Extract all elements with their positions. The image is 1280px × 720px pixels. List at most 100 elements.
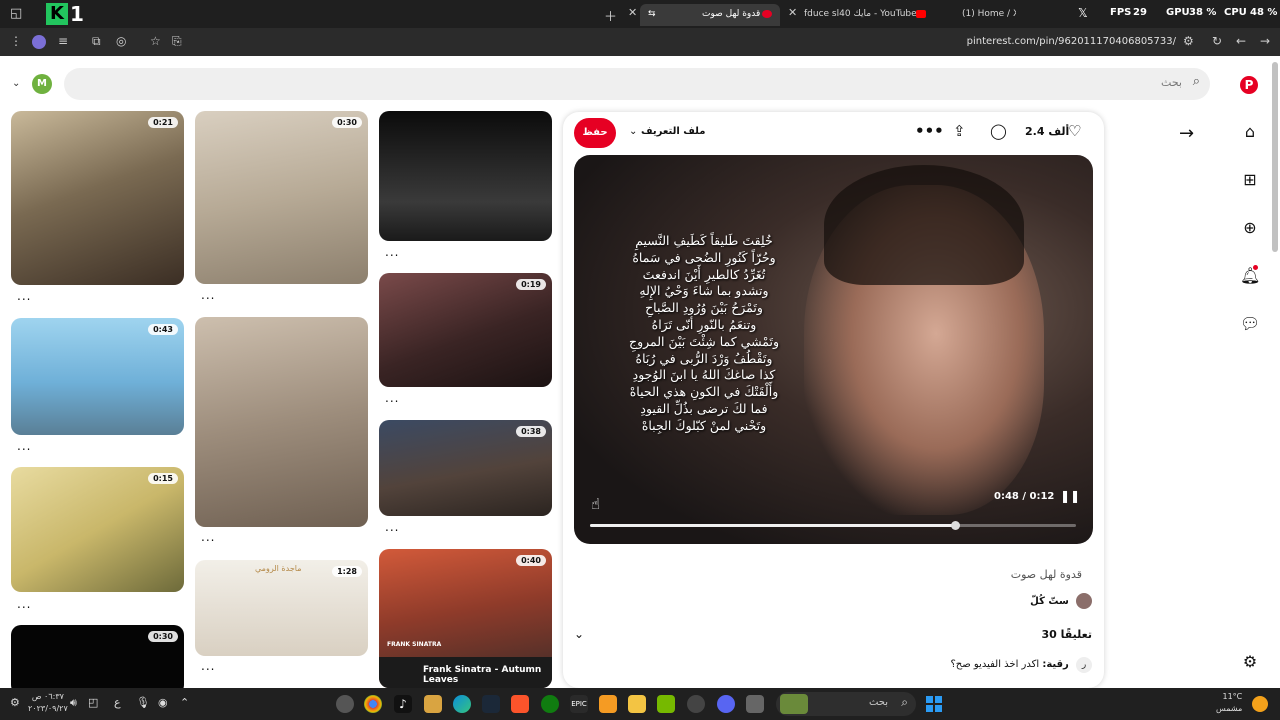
back-icon[interactable]: →: [1260, 34, 1270, 48]
home-icon[interactable]: ⌂: [1240, 122, 1260, 142]
nvidia-icon[interactable]: [657, 695, 675, 713]
close-pin-arrow-icon[interactable]: →: [1179, 123, 1194, 144]
brave-icon[interactable]: [511, 695, 529, 713]
app-icon-4[interactable]: [746, 695, 764, 713]
reload-icon[interactable]: ↻: [1212, 34, 1222, 48]
profile-selector[interactable]: ملف التعريف: [641, 126, 705, 137]
microphone-icon[interactable]: 🎙︎: [136, 696, 150, 709]
comments-count[interactable]: 30 تعليقًا: [1041, 628, 1092, 641]
comment-author[interactable]: رقية:: [1042, 659, 1068, 670]
pause-icon[interactable]: ❚❚: [1060, 489, 1080, 503]
discord-icon[interactable]: [717, 695, 735, 713]
pin-tile[interactable]: 0:19: [379, 273, 552, 387]
pinterest-logo-icon[interactable]: P: [1240, 76, 1260, 96]
extensions-icon[interactable]: ⧉: [92, 34, 101, 49]
taskbar-search[interactable]: بحث ⌕: [776, 692, 916, 716]
pin-tile[interactable]: [195, 317, 368, 527]
chevron-down-icon[interactable]: ⌄: [574, 627, 584, 641]
share-icon[interactable]: ⇪: [953, 122, 966, 140]
pin-tile[interactable]: 0:38: [379, 420, 552, 516]
chrome-icon[interactable]: [364, 695, 382, 713]
tab-label: قدوة لهل صوت: [702, 9, 761, 19]
mute-tab-icon[interactable]: ⇆: [648, 4, 656, 24]
creator-row[interactable]: ستّ كُلّ: [1030, 593, 1092, 609]
pin-tile[interactable]: 0:21: [11, 111, 184, 285]
duration-badge: 0:30: [332, 117, 362, 128]
file-explorer-icon[interactable]: [628, 695, 646, 713]
more-options-icon[interactable]: ...: [385, 391, 399, 405]
heart-icon[interactable]: ♡: [1068, 122, 1081, 140]
gpu-label: GPU: [1166, 7, 1190, 18]
wallet-icon[interactable]: ◎: [116, 34, 126, 48]
forward-icon[interactable]: ←: [1236, 34, 1246, 48]
flow-icon[interactable]: ≡: [58, 34, 68, 48]
tiktok-icon[interactable]: ♪: [394, 695, 412, 713]
site-settings-icon[interactable]: ⚙: [1183, 34, 1194, 48]
app-icon-3[interactable]: [687, 695, 705, 713]
pin-tile[interactable]: 0:43: [11, 318, 184, 435]
edge-icon[interactable]: [453, 695, 471, 713]
more-options-icon[interactable]: ...: [201, 659, 215, 673]
more-options-icon[interactable]: ...: [201, 530, 215, 544]
app-icon-2[interactable]: [599, 695, 617, 713]
search-input[interactable]: بحث ⌕: [64, 68, 1210, 100]
creator-name[interactable]: ستّ كُلّ: [1030, 596, 1069, 607]
progress-handle[interactable]: [950, 521, 960, 530]
screenshot-icon[interactable]: ⎘: [172, 34, 182, 49]
tray-app-icon[interactable]: ◉: [158, 696, 168, 709]
tray-expand-icon[interactable]: ⌃: [180, 696, 189, 709]
comment-icon[interactable]: ◯: [990, 122, 1007, 140]
window-menu-icon[interactable]: ◱: [10, 6, 22, 21]
profile-icon[interactable]: [32, 35, 46, 49]
language-indicator[interactable]: ع: [114, 696, 121, 709]
chevron-down-icon[interactable]: ⌄: [629, 126, 637, 137]
video-progress-bar[interactable]: [590, 521, 1076, 530]
messages-icon[interactable]: 💬︎: [1240, 314, 1260, 334]
more-options-icon[interactable]: ...: [385, 520, 399, 534]
volume-icon[interactable]: 🔊︎: [70, 696, 77, 710]
gear-icon[interactable]: ⚙: [1240, 652, 1260, 672]
close-tab-icon[interactable]: ✕: [788, 6, 797, 19]
avatar[interactable]: ر: [1076, 657, 1092, 673]
more-options-icon[interactable]: •••: [915, 122, 944, 140]
bookmark-star-icon[interactable]: ☆: [150, 34, 161, 48]
avatar[interactable]: M: [32, 74, 52, 94]
menu-icon[interactable]: ⋮: [10, 34, 22, 48]
more-options-icon[interactable]: ...: [385, 245, 399, 259]
more-options-icon[interactable]: ...: [17, 597, 31, 611]
avatar[interactable]: [1076, 593, 1092, 609]
store-icon[interactable]: [424, 695, 442, 713]
xbox-icon[interactable]: [541, 695, 559, 713]
scrollbar[interactable]: [1272, 62, 1278, 682]
pin-tile[interactable]: FRANK SINATRA 0:40 Frank Sinatra - Autum…: [379, 549, 552, 688]
app-icon-1[interactable]: [336, 695, 354, 713]
more-options-icon[interactable]: ...: [17, 439, 31, 453]
close-tab-icon[interactable]: ✕: [628, 6, 637, 19]
pin-tile[interactable]: ماجدة الرومي 1:28: [195, 560, 368, 656]
tab-pinterest[interactable]: ⇆ قدوة لهل صوت: [640, 4, 780, 26]
system-clock[interactable]: ٠٦:٣٧ ص ٢٠٢٣/٠٩/٢٧: [28, 691, 68, 715]
video-player[interactable]: خُلِقتَ طَليقاً كَطَيفِ النَّسيمِ وحُرّا…: [574, 155, 1093, 544]
explore-icon[interactable]: ⊞: [1240, 170, 1260, 190]
new-tab-icon[interactable]: ＋: [604, 6, 617, 25]
create-icon[interactable]: ⊕: [1240, 218, 1260, 238]
progress-fill: [590, 524, 955, 527]
save-button[interactable]: حفظ: [574, 118, 616, 148]
more-options-icon[interactable]: ...: [17, 289, 31, 303]
scrollbar-thumb[interactable]: [1272, 62, 1278, 252]
epic-games-icon[interactable]: EPIC: [570, 695, 588, 713]
more-options-icon[interactable]: ...: [201, 288, 215, 302]
steam-icon[interactable]: [482, 695, 500, 713]
wifi-icon[interactable]: ◰: [88, 696, 98, 709]
pin-tile[interactable]: 0:15: [11, 467, 184, 592]
pin-tile[interactable]: [379, 111, 552, 241]
account-chevron-icon[interactable]: ⌄: [12, 78, 20, 89]
windows-start-icon[interactable]: [926, 696, 942, 712]
pin-tile[interactable]: 0:30: [195, 111, 368, 284]
pin-tile[interactable]: 0:30: [11, 625, 184, 695]
settings-icon[interactable]: ⚙: [10, 696, 20, 709]
tab-x[interactable]: (1) Home / X: [956, 4, 1016, 26]
weather-widget[interactable]: 11°C مشمس: [1216, 691, 1242, 715]
url-field[interactable]: pinterest.com/pin/962011170406805733/: [967, 36, 1176, 47]
tab-youtube[interactable]: fduce sl40 مايك - YouTube: [798, 4, 928, 26]
